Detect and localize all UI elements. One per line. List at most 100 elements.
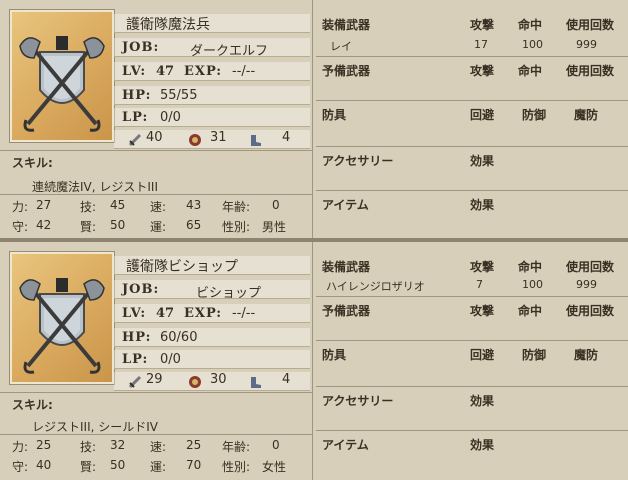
equip-weapon-name[interactable]: レイ [330,38,352,54]
equip-weapon-header: 装備武器 [322,260,371,274]
unit-name: 護衛隊魔法兵 [126,17,210,33]
hp-value: 55/55 [160,88,198,103]
lv-value: 47 [156,64,175,79]
crest-icon [19,278,105,374]
job-value: ダークエルフ [190,44,269,59]
item-effect-header: 効果 [470,198,495,212]
job-label: JOB: [122,282,160,297]
move-value: 4 [282,130,291,145]
stat-age-label: 年齢: [222,440,251,454]
stat-def-value: 42 [36,218,52,232]
stat-luck-label: 運: [150,460,167,474]
stat-def-label: 守: [12,460,29,474]
shield-icon [188,132,202,146]
spare-weapon-header: 予備武器 [322,64,371,78]
spare-uses-header: 使用回数 [566,64,615,78]
stat-tech-value: 32 [110,438,126,452]
job-label: JOB: [122,40,160,55]
exp-value: --/-- [232,306,256,321]
crest-icon [19,36,105,132]
spare-weapon-header: 予備武器 [322,304,371,318]
lp-value: 0/0 [160,352,181,367]
unit-portrait [10,10,114,142]
armor-evade-header: 回避 [470,348,495,362]
armor-defense-header: 防御 [522,108,547,122]
armor-evade-header: 回避 [470,108,495,122]
unit-portrait [10,252,114,384]
spare-atk-header: 攻撃 [470,64,495,78]
boot-icon [248,132,262,146]
stat-spd-value: 43 [186,198,202,212]
equip-atk-header: 攻撃 [470,260,495,274]
job-value: ビショップ [196,286,262,301]
attack-value: 40 [146,130,163,145]
stat-str-label: 力: [12,440,29,454]
lv-label: LV: [122,306,147,321]
stat-str-label: 力: [12,200,29,214]
lp-value: 0/0 [160,110,181,125]
stat-spd-label: 速: [150,440,167,454]
stat-int-label: 賢: [80,220,97,234]
stat-int-value: 50 [110,458,126,472]
stat-luck-value: 70 [186,458,202,472]
skill-list: 連続魔法IV, レジストIII [32,180,158,194]
boot-icon [248,374,262,388]
equip-weapon-header: 装備武器 [322,18,371,32]
armor-mdef-header: 魔防 [574,348,599,362]
accessory-header: アクセサリー [322,394,394,408]
skill-label: スキル: [12,398,53,412]
item-header: アイテム [322,198,369,212]
spare-atk-header: 攻撃 [470,304,495,318]
stat-tech-label: 技: [80,440,97,454]
armor-mdef-header: 魔防 [574,108,599,122]
stat-age-value: 0 [272,438,280,452]
lv-label: LV: [122,64,147,79]
exp-label: EXP: [184,306,223,321]
equip-hit-header: 命中 [518,18,543,32]
skill-label: スキル: [12,156,53,170]
armor-header: 防具 [322,108,347,122]
lp-label: LP: [122,352,149,367]
stat-sex-value: 女性 [262,460,287,474]
exp-value: --/-- [232,64,256,79]
equip-weapon-hit: 100 [522,38,543,51]
equip-weapon-atk: 7 [476,278,483,291]
equip-uses-header: 使用回数 [566,260,615,274]
stat-age-label: 年齢: [222,200,251,214]
stat-tech-label: 技: [80,200,97,214]
hp-label: HP: [122,88,152,103]
accessory-header: アクセサリー [322,154,394,168]
sword-icon [128,374,142,389]
accessory-effect-header: 効果 [470,154,495,168]
armor-defense-header: 防御 [522,348,547,362]
armor-header: 防具 [322,348,347,362]
unit-panel-2: 護衛隊ビショップ JOB: ビショップ LV: 47 EXP: --/-- HP… [0,242,628,480]
lv-value: 47 [156,306,175,321]
stat-str-value: 25 [36,438,52,452]
unit-panel-1: 護衛隊魔法兵 JOB: ダークエルフ LV: 47 EXP: --/-- HP:… [0,0,628,238]
sword-icon [128,132,142,147]
stat-spd-label: 速: [150,200,167,214]
equip-weapon-name[interactable]: ハイレンジロザリオ [326,278,425,294]
spare-hit-header: 命中 [518,304,543,318]
accessory-effect-header: 効果 [470,394,495,408]
shield-icon [188,374,202,388]
stat-def-value: 40 [36,458,52,472]
stat-tech-value: 45 [110,198,126,212]
item-header: アイテム [322,438,369,452]
equip-hit-header: 命中 [518,260,543,274]
move-value: 4 [282,372,291,387]
defense-value: 30 [210,372,227,387]
equip-uses-header: 使用回数 [566,18,615,32]
item-effect-header: 効果 [470,438,495,452]
stat-age-value: 0 [272,198,280,212]
stat-sex-value: 男性 [262,220,287,234]
defense-value: 31 [210,130,227,145]
equip-weapon-uses: 999 [576,38,597,51]
skill-list: レジストIII, シールドIV [32,420,158,434]
stat-str-value: 27 [36,198,52,212]
attack-value: 29 [146,372,163,387]
equip-atk-header: 攻撃 [470,18,495,32]
spare-uses-header: 使用回数 [566,304,615,318]
stat-int-label: 賢: [80,460,97,474]
